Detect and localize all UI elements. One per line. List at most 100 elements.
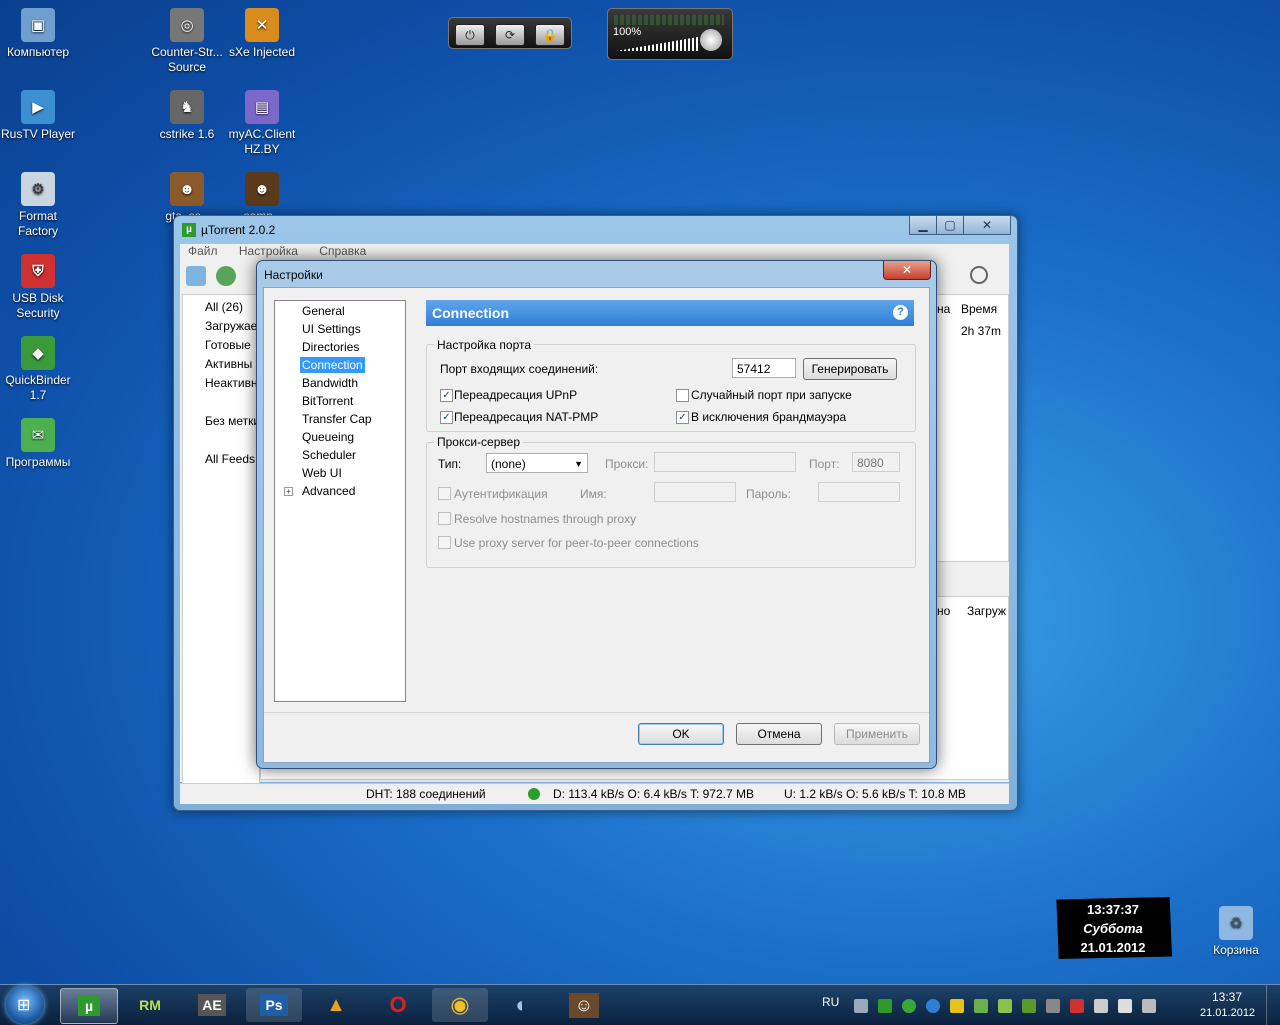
shutdown-button[interactable]: ⏻	[455, 24, 485, 46]
proxy-host-field[interactable]	[654, 452, 796, 472]
tray-ovi-icon[interactable]	[998, 999, 1012, 1013]
proxy-type-select[interactable]: (none) ▼	[486, 453, 588, 473]
p2p-proxy-checkbox[interactable]	[438, 536, 451, 549]
tray-security-icon[interactable]	[1070, 999, 1084, 1013]
tree-item-advanced[interactable]: Advanced	[300, 483, 357, 499]
desktop-icon-cs-source[interactable]: ◎ Counter-Str... Source	[149, 8, 225, 75]
dialog-close-button[interactable]: ✕	[883, 261, 931, 280]
firewall-exception-checkbox[interactable]: ✓	[676, 411, 689, 424]
proxy-type-label: Тип:	[438, 457, 462, 471]
apply-button[interactable]: Применить	[834, 723, 920, 745]
taskbar-utorrent[interactable]: µ	[60, 988, 118, 1024]
tree-item-bittorrent[interactable]: BitTorrent	[300, 393, 355, 409]
taskbar-date[interactable]: 21.01.2012	[1200, 1007, 1255, 1019]
tray-gpu-icon[interactable]	[1022, 999, 1036, 1013]
tray-yellow-icon[interactable]	[950, 999, 964, 1013]
desktop-icon-sxe[interactable]: ✕ sXe Injected	[224, 8, 300, 60]
sidebar-item-all[interactable]: All (26)	[205, 299, 243, 315]
desktop-icon-myac[interactable]: ▤ myAC.Client HZ.BY	[224, 90, 300, 157]
language-indicator[interactable]: RU	[822, 995, 839, 1009]
tray-flag-icon[interactable]	[1094, 999, 1108, 1013]
taskbar-photoshop[interactable]: Ps	[246, 988, 302, 1022]
generate-port-button[interactable]: Генерировать	[803, 358, 897, 380]
maximize-button[interactable]: ▢	[936, 216, 964, 235]
resolve-hostnames-checkbox[interactable]	[438, 512, 451, 525]
desktop-icon-programs[interactable]: ✉ Программы	[0, 418, 76, 470]
taskbar-time[interactable]: 13:37	[1212, 990, 1242, 1004]
tray-blue-icon[interactable]	[926, 999, 940, 1013]
tree-item-ui-settings[interactable]: UI Settings	[300, 321, 363, 337]
utorrent-logo-icon: µ	[182, 223, 196, 237]
taskbar-rm[interactable]: RM	[122, 988, 178, 1022]
start-button[interactable]: ⊞	[6, 986, 44, 1024]
menu-help[interactable]: Справка	[319, 244, 366, 258]
taskbar-teamspeak[interactable]: ◐	[494, 988, 550, 1022]
restart-button[interactable]: ⟳	[495, 24, 525, 46]
details-column-downloaded[interactable]: Загруж	[967, 603, 1006, 619]
menu-settings[interactable]: Настройка	[239, 244, 298, 258]
time-remaining: 2h 37m	[961, 324, 1002, 338]
chrome-icon: ◉	[450, 992, 470, 1017]
desktop-icon-recycle-bin[interactable]: ♻ Корзина	[1198, 906, 1274, 958]
tree-item-connection[interactable]: Connection	[300, 357, 365, 373]
username-field[interactable]	[654, 482, 736, 502]
tree-item-transfer-cap[interactable]: Transfer Cap	[300, 411, 374, 427]
sidebar-item-downloading[interactable]: Загружае	[205, 318, 257, 334]
random-port-checkbox[interactable]	[676, 389, 689, 402]
menu-file[interactable]: Файл	[188, 244, 218, 258]
desktop-icon-rustv[interactable]: ▶ RusTV Player	[0, 90, 76, 142]
tree-item-bandwidth[interactable]: Bandwidth	[300, 375, 360, 391]
natpmp-label: Переадресация NAT-PMP	[454, 410, 599, 424]
show-desktop-button[interactable]	[1266, 985, 1280, 1025]
tray-network-icon[interactable]	[854, 999, 868, 1013]
minimize-button[interactable]: ▁	[909, 216, 937, 235]
tray-tool-icon[interactable]	[1046, 999, 1060, 1013]
natpmp-checkbox[interactable]: ✓	[440, 411, 453, 424]
tree-item-scheduler[interactable]: Scheduler	[300, 447, 358, 463]
lock-button[interactable]: 🔒	[535, 24, 565, 46]
close-button[interactable]: ✕	[963, 216, 1011, 235]
auth-checkbox[interactable]	[438, 487, 451, 500]
taskbar-aimp[interactable]: ▲	[308, 988, 364, 1022]
tree-item-web-ui[interactable]: Web UI	[300, 465, 344, 481]
tray-utorrent-icon[interactable]	[878, 999, 892, 1013]
tree-item-queueing[interactable]: Queueing	[300, 429, 356, 445]
sidebar-item-completed[interactable]: Готовые	[205, 337, 251, 353]
desktop-icon-cstrike[interactable]: ♞ cstrike 1.6	[149, 90, 225, 142]
ok-button[interactable]: OK	[638, 723, 724, 745]
help-icon[interactable]: ?	[893, 305, 908, 320]
taskbar-opera[interactable]: O	[370, 988, 426, 1022]
tree-expand-icon[interactable]: +	[284, 487, 293, 496]
sidebar-item-all-feeds[interactable]: All Feeds	[205, 451, 255, 467]
rm-icon: RM	[139, 997, 161, 1013]
password-field[interactable]	[818, 482, 900, 502]
proxy-port-field[interactable]: 8080	[852, 452, 900, 472]
tray-volume-icon[interactable]	[1118, 999, 1132, 1013]
taskbar-samp[interactable]: ☺	[556, 988, 612, 1022]
sidebar-item-no-label[interactable]: Без метки	[205, 413, 260, 429]
photoshop-icon: Ps	[260, 994, 288, 1016]
taskbar-chrome[interactable]: ◉	[432, 988, 488, 1022]
desktop-icon-label: sXe Injected	[228, 45, 296, 59]
add-url-icon[interactable]	[216, 266, 236, 286]
desktop-icon-usb-disk-security[interactable]: ⛨ USB Disk Security	[0, 254, 76, 321]
tray-network-status-icon[interactable]	[1142, 999, 1156, 1013]
tray-nvidia-icon[interactable]	[974, 999, 988, 1013]
upnp-checkbox[interactable]: ✓	[440, 389, 453, 402]
tray-green-icon[interactable]	[902, 999, 916, 1013]
taskbar-after-effects[interactable]: AE	[184, 988, 240, 1022]
add-torrent-icon[interactable]	[186, 266, 206, 286]
tree-item-directories[interactable]: Directories	[300, 339, 361, 355]
column-header-time[interactable]: Время	[961, 301, 997, 317]
search-icon[interactable]	[970, 266, 988, 284]
desktop-icon-computer[interactable]: ▣ Компьютер	[0, 8, 76, 60]
desktop-icon-quickbinder[interactable]: ◆ QuickBinder 1.7	[0, 336, 76, 403]
tv-icon: ▶	[21, 90, 55, 124]
tree-item-general[interactable]: General	[300, 303, 347, 319]
sidebar-item-active[interactable]: Активны	[205, 356, 252, 372]
cancel-button[interactable]: Отмена	[736, 723, 822, 745]
sidebar-item-inactive[interactable]: Неактивн	[205, 375, 258, 391]
incoming-port-field[interactable]: 57412	[732, 358, 796, 378]
volume-gadget[interactable]: 100%	[607, 8, 733, 60]
desktop-icon-format-factory[interactable]: ⚙ Format Factory	[0, 172, 76, 239]
